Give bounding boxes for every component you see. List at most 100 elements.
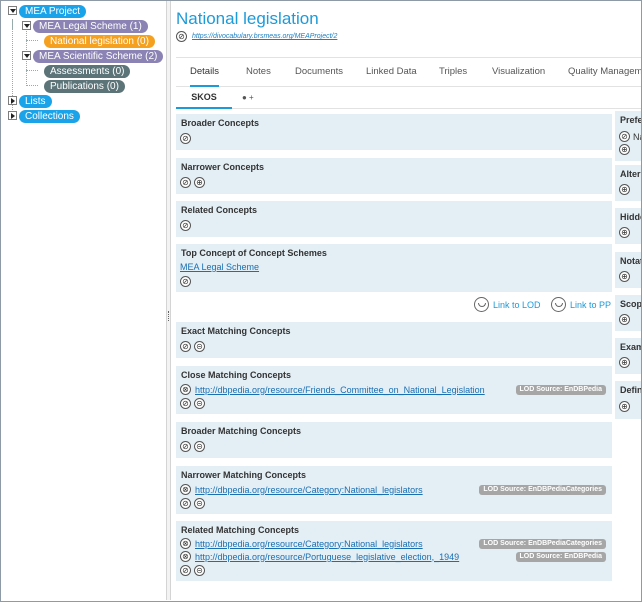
add-icon[interactable]: ⊕ <box>619 184 630 195</box>
tab-documents[interactable]: Documents <box>295 58 343 87</box>
tree-toggle-lists[interactable] <box>8 96 17 105</box>
add-icon[interactable]: ⊕ <box>619 271 630 282</box>
section-actions: ⊕ <box>619 401 630 412</box>
edit-icon[interactable]: ⊘ <box>180 498 191 509</box>
uri-row: ⊘ https://divocabulary.brsmeas.org/MEAPr… <box>176 31 337 42</box>
subtab-person-add[interactable]: ● + <box>242 87 254 109</box>
edit-icon[interactable]: ⊘ <box>180 133 191 144</box>
tab-linked-data[interactable]: Linked Data <box>366 58 417 87</box>
tree-node-collections[interactable]: Collections <box>19 109 80 123</box>
remove-icon[interactable]: ⊗ <box>180 484 191 495</box>
add-icon[interactable]: ⊕ <box>619 401 630 412</box>
tree-toggle-legal-scheme[interactable] <box>22 21 31 30</box>
pref-label-row: ⊘ Na <box>619 131 641 142</box>
section-link-row: ⊗ http://dbpedia.org/resource/Category:N… <box>180 484 423 495</box>
narrower-match-link[interactable]: http://dbpedia.org/resource/Category:Nat… <box>195 485 423 495</box>
tree-toggle-scientific-scheme[interactable] <box>22 51 31 60</box>
tree-node-root[interactable]: MEA Project <box>19 4 87 18</box>
section-actions: ⊘ <box>180 133 191 144</box>
edit-icon[interactable]: ⊘ <box>176 31 187 42</box>
section-broader-matching: Broader Matching Concepts ⊘ ⊝ <box>176 422 612 458</box>
section-title: Exam <box>620 342 641 352</box>
tree-label-publications[interactable]: Publications (0) <box>44 79 125 93</box>
section-actions: ⊕ <box>619 357 630 368</box>
section-actions: ⊘ ⊝ <box>180 341 205 352</box>
tree-label-assessments[interactable]: Assessments (0) <box>44 64 131 78</box>
lod-source-badge: LOD Source: EnDBPediaCategories <box>479 539 606 549</box>
related-match-link[interactable]: http://dbpedia.org/resource/Category:Nat… <box>195 539 423 549</box>
minus-icon[interactable]: ⊝ <box>194 398 205 409</box>
add-icon[interactable]: ⊕ <box>194 177 205 188</box>
section-narrower-matching: Narrower Matching Concepts ⊗ http://dbpe… <box>176 466 612 514</box>
section-example: Exam ⊕ <box>615 338 641 374</box>
tree-node-lists[interactable]: Lists <box>19 94 52 108</box>
edit-icon[interactable]: ⊘ <box>180 441 191 452</box>
concept-tree: MEA Project MEA Legal Scheme (1) Nationa… <box>1 1 166 600</box>
tab-notes[interactable]: Notes <box>246 58 271 87</box>
section-actions: ⊘ <box>180 220 191 231</box>
add-icon[interactable]: ⊕ <box>619 227 630 238</box>
tab-details[interactable]: Details <box>190 58 220 87</box>
edit-icon[interactable]: ⊘ <box>619 131 630 142</box>
minus-icon[interactable]: ⊝ <box>194 498 205 509</box>
tree-node-assessments[interactable]: Assessments (0) <box>44 64 131 78</box>
section-title: Scop <box>620 299 641 309</box>
page-title: National legislation <box>176 9 319 28</box>
concept-uri-link[interactable]: https://divocabulary.brsmeas.org/MEAProj… <box>192 33 337 40</box>
subtab-skos[interactable]: SKOS <box>176 87 232 109</box>
edit-icon[interactable]: ⊘ <box>180 220 191 231</box>
lod-source-badge: LOD Source: EnDBPediaCategories <box>479 485 606 495</box>
tree-label-lists[interactable]: Lists <box>19 94 52 108</box>
tree-node-national-legislation[interactable]: National legislation (0) <box>44 34 155 48</box>
tab-visualization[interactable]: Visualization <box>492 58 545 87</box>
section-close-matching: Close Matching Concepts ⊗ http://dbpedia… <box>176 366 612 414</box>
tree-label-national-legislation[interactable]: National legislation (0) <box>44 34 155 48</box>
pane-splitter[interactable] <box>166 1 171 600</box>
edit-icon[interactable]: ⊘ <box>180 565 191 576</box>
tree-label-scientific-scheme[interactable]: MEA Scientific Scheme (2) <box>33 49 164 63</box>
minus-icon[interactable]: ⊝ <box>194 565 205 576</box>
tab-quality-management[interactable]: Quality Manageme <box>568 58 641 87</box>
section-actions: ⊘ <box>180 276 191 287</box>
section-title: Altern <box>620 169 641 179</box>
top-concept-link[interactable]: MEA Legal Scheme <box>180 262 259 272</box>
edit-icon[interactable]: ⊘ <box>180 341 191 352</box>
section-actions: ⊕ <box>619 314 630 325</box>
section-title: Broader Concepts <box>181 118 260 128</box>
remove-icon[interactable]: ⊗ <box>180 384 191 395</box>
section-broader-concepts: Broader Concepts ⊘ <box>176 114 612 150</box>
add-icon[interactable]: ⊕ <box>619 314 630 325</box>
add-icon[interactable]: ⊕ <box>619 144 630 155</box>
edit-icon[interactable]: ⊘ <box>180 276 191 287</box>
remove-icon[interactable]: ⊗ <box>180 551 191 562</box>
splitter-grip[interactable] <box>168 311 170 321</box>
section-actions: ⊕ <box>619 271 630 282</box>
concept-details-pane: National legislation ⊘ https://divocabul… <box>172 1 641 601</box>
tree-label-legal-scheme[interactable]: MEA Legal Scheme (1) <box>33 19 148 33</box>
section-actions: ⊘ ⊝ <box>180 565 205 576</box>
minus-icon[interactable]: ⊝ <box>194 341 205 352</box>
tree-toggle-root[interactable] <box>8 6 17 15</box>
add-icon[interactable]: ⊕ <box>619 357 630 368</box>
close-match-link[interactable]: http://dbpedia.org/resource/Friends_Comm… <box>195 385 485 395</box>
edit-icon[interactable]: ⊘ <box>180 398 191 409</box>
link-to-pp-button[interactable]: Link to PP <box>551 297 611 312</box>
section-link-row: ⊗ http://dbpedia.org/resource/Portuguese… <box>180 551 459 562</box>
minus-icon[interactable]: ⊝ <box>194 441 205 452</box>
tree-label-root[interactable]: MEA Project <box>19 4 87 18</box>
section-preferred-label: Prefe ⊘ Na ⊕ <box>615 111 641 161</box>
section-title: Defin <box>620 385 641 395</box>
tree-node-legal-scheme[interactable]: MEA Legal Scheme (1) <box>33 19 148 33</box>
edit-icon[interactable]: ⊘ <box>180 177 191 188</box>
tree-connector <box>26 85 38 86</box>
tree-node-scientific-scheme[interactable]: MEA Scientific Scheme (2) <box>33 49 164 63</box>
tree-node-publications[interactable]: Publications (0) <box>44 79 125 93</box>
link-to-lod-button[interactable]: Link to LOD <box>474 297 541 312</box>
section-hidden-labels: Hidde ⊕ <box>615 208 641 244</box>
tree-label-collections[interactable]: Collections <box>19 109 80 123</box>
remove-icon[interactable]: ⊗ <box>180 538 191 549</box>
section-exact-matching: Exact Matching Concepts ⊘ ⊝ <box>176 322 612 358</box>
tree-toggle-collections[interactable] <box>8 111 17 120</box>
related-match-link[interactable]: http://dbpedia.org/resource/Portuguese_l… <box>195 552 459 562</box>
tab-triples[interactable]: Triples <box>439 58 467 87</box>
